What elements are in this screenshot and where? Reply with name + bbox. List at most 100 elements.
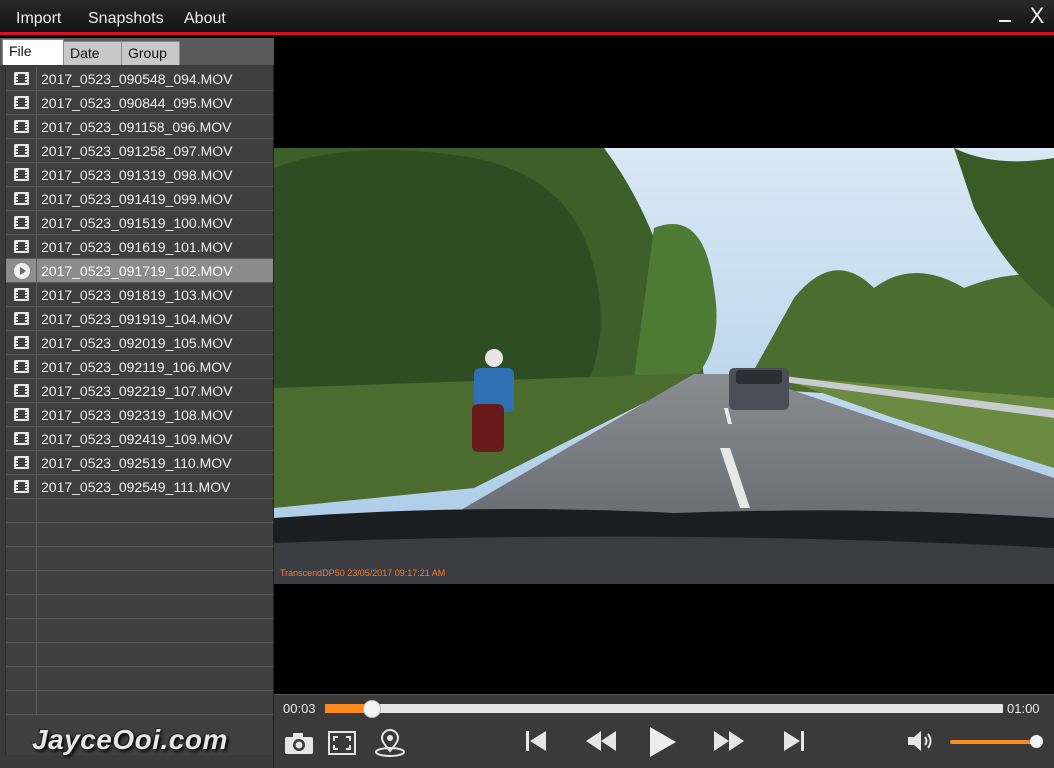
file-icon-cell xyxy=(6,235,37,259)
empty-list-row xyxy=(6,571,273,595)
empty-icon-cell xyxy=(6,643,37,667)
file-list-item[interactable]: 2017_0523_090548_094.MOV xyxy=(6,67,273,91)
file-icon-cell xyxy=(6,67,37,91)
empty-icon-cell xyxy=(6,547,37,571)
file-list-item[interactable]: 2017_0523_091919_104.MOV xyxy=(6,307,273,331)
file-list-item[interactable]: 2017_0523_092119_106.MOV xyxy=(6,355,273,379)
empty-list-row xyxy=(6,499,273,523)
menubar: Import Snapshots About X xyxy=(0,0,1054,35)
empty-list-row xyxy=(6,691,273,715)
play-icon[interactable] xyxy=(646,725,680,759)
volume-handle[interactable] xyxy=(1030,735,1043,748)
empty-list-row xyxy=(6,667,273,691)
film-icon xyxy=(14,144,29,157)
file-icon-cell xyxy=(6,259,37,283)
file-icon-cell xyxy=(6,331,37,355)
file-icon-cell xyxy=(6,91,37,115)
video-timestamp-overlay: TranscendDP50 23/05/2017 09:17:21 AM xyxy=(280,568,446,578)
watermark: JayceOoi.com xyxy=(32,724,228,755)
file-icon-cell xyxy=(6,307,37,331)
file-list-item[interactable]: 2017_0523_092219_107.MOV xyxy=(6,379,273,403)
film-icon xyxy=(14,480,29,493)
file-browser-panel: File Date Group 2017_0523_090548_094.MOV… xyxy=(0,38,274,768)
file-name: 2017_0523_090548_094.MOV xyxy=(41,71,233,87)
empty-icon-cell xyxy=(6,667,37,691)
file-icon-cell xyxy=(6,451,37,475)
file-icon-cell xyxy=(6,115,37,139)
file-icon-cell xyxy=(6,139,37,163)
film-icon xyxy=(14,384,29,397)
file-name: 2017_0523_092549_111.MOV xyxy=(41,479,231,495)
file-icon-cell xyxy=(6,163,37,187)
empty-icon-cell xyxy=(6,595,37,619)
file-icon-cell xyxy=(6,283,37,307)
file-icon-cell xyxy=(6,475,37,499)
film-icon xyxy=(14,312,29,325)
file-name: 2017_0523_091158_096.MOV xyxy=(41,119,232,135)
app-window: Import Snapshots About X File Date Group… xyxy=(0,0,1054,768)
menu-snapshots[interactable]: Snapshots xyxy=(88,10,164,28)
menu-import[interactable]: Import xyxy=(16,10,61,28)
film-icon xyxy=(14,96,29,109)
file-name: 2017_0523_091319_098.MOV xyxy=(41,167,233,183)
total-time: 01:00 xyxy=(1007,701,1040,716)
close-icon[interactable]: X xyxy=(1026,5,1048,29)
file-name: 2017_0523_091258_097.MOV xyxy=(41,143,233,159)
file-list-item[interactable]: 2017_0523_091519_100.MOV xyxy=(6,211,273,235)
volume-slider[interactable] xyxy=(950,740,1042,744)
file-list-item[interactable]: 2017_0523_092019_105.MOV xyxy=(6,331,273,355)
skip-next-icon[interactable] xyxy=(782,729,806,753)
file-name: 2017_0523_091419_099.MOV xyxy=(41,191,233,207)
film-icon xyxy=(14,120,29,133)
film-icon xyxy=(14,456,29,469)
file-list-item[interactable]: 2017_0523_091719_102.MOV xyxy=(6,259,273,283)
file-list-item[interactable]: 2017_0523_092549_111.MOV xyxy=(6,475,273,499)
file-list-item[interactable]: 2017_0523_090844_095.MOV xyxy=(6,91,273,115)
tab-file[interactable]: File xyxy=(2,39,64,65)
film-icon xyxy=(14,192,29,205)
file-list-item[interactable]: 2017_0523_092519_110.MOV xyxy=(6,451,273,475)
map-pin-icon[interactable] xyxy=(374,729,406,757)
file-list-item[interactable]: 2017_0523_091819_103.MOV xyxy=(6,283,273,307)
empty-icon-cell xyxy=(6,619,37,643)
file-name: 2017_0523_092519_110.MOV xyxy=(41,455,232,471)
menu-about[interactable]: About xyxy=(184,10,226,28)
file-list-item[interactable]: 2017_0523_091319_098.MOV xyxy=(6,163,273,187)
empty-icon-cell xyxy=(6,571,37,595)
minimize-icon[interactable] xyxy=(996,6,1016,28)
seek-bar[interactable] xyxy=(325,700,1003,718)
file-icon-cell xyxy=(6,211,37,235)
file-icon-cell xyxy=(6,403,37,427)
empty-list-row xyxy=(6,619,273,643)
volume-icon[interactable] xyxy=(906,729,936,753)
film-icon xyxy=(14,288,29,301)
file-list-item[interactable]: 2017_0523_092319_108.MOV xyxy=(6,403,273,427)
seek-handle[interactable] xyxy=(363,700,382,718)
file-list-item[interactable]: 2017_0523_091158_096.MOV xyxy=(6,115,273,139)
film-icon xyxy=(14,408,29,421)
camera-icon[interactable] xyxy=(284,731,314,755)
skip-previous-icon[interactable] xyxy=(524,729,548,753)
file-list[interactable]: 2017_0523_090548_094.MOV 2017_0523_090844… xyxy=(5,67,273,755)
fullscreen-icon[interactable] xyxy=(328,731,356,755)
file-list-item[interactable]: 2017_0523_091619_101.MOV xyxy=(6,235,273,259)
tab-group[interactable]: Group xyxy=(121,41,180,65)
file-name: 2017_0523_091919_104.MOV xyxy=(41,311,233,327)
tab-date[interactable]: Date xyxy=(63,41,122,65)
empty-icon-cell xyxy=(6,499,37,523)
fast-forward-icon[interactable] xyxy=(712,729,746,753)
video-viewport[interactable]: TranscendDP50 23/05/2017 09:17:21 AM xyxy=(274,38,1054,694)
rewind-icon[interactable] xyxy=(584,729,618,753)
current-time: 00:03 xyxy=(283,701,316,716)
file-list-item[interactable]: 2017_0523_091258_097.MOV xyxy=(6,139,273,163)
player-controls: 00:03 01:00 xyxy=(274,694,1054,768)
file-list-item[interactable]: 2017_0523_091419_099.MOV xyxy=(6,187,273,211)
empty-icon-cell xyxy=(6,691,37,715)
film-icon xyxy=(14,216,29,229)
file-list-item[interactable]: 2017_0523_092419_109.MOV xyxy=(6,427,273,451)
film-icon xyxy=(14,240,29,253)
video-frame: TranscendDP50 23/05/2017 09:17:21 AM xyxy=(274,148,1054,584)
film-icon xyxy=(14,360,29,373)
film-icon xyxy=(14,72,29,85)
file-name: 2017_0523_092119_106.MOV xyxy=(41,359,232,375)
